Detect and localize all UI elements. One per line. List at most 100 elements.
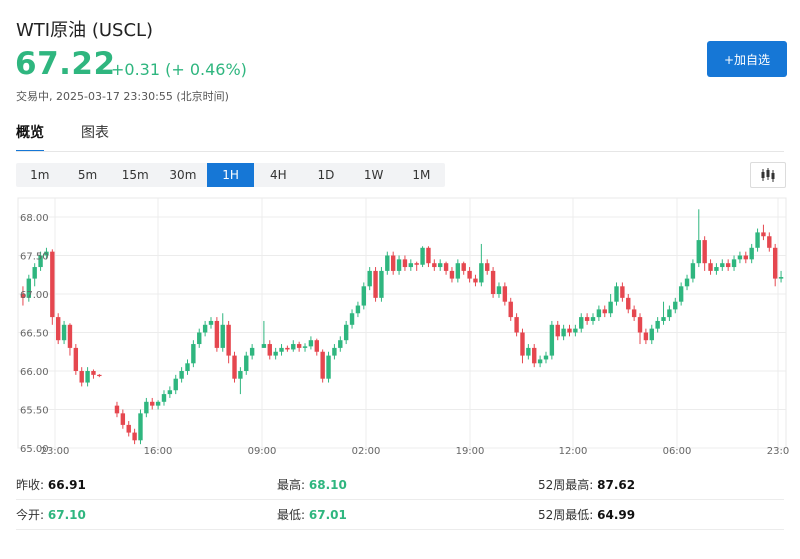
candle <box>179 367 184 383</box>
interval-4h[interactable]: 4H <box>254 163 302 187</box>
candle <box>496 282 502 298</box>
interval-5m[interactable]: 5m <box>64 163 112 187</box>
candle <box>56 313 61 345</box>
candle <box>414 261 419 271</box>
interval-30m[interactable]: 30m <box>159 163 207 187</box>
candle <box>326 351 331 383</box>
candle <box>737 251 743 264</box>
candle <box>467 267 472 283</box>
candle <box>267 340 272 360</box>
interval-1w[interactable]: 1W <box>350 163 398 187</box>
candle <box>714 263 719 275</box>
candle <box>749 243 754 264</box>
interval-1mo[interactable]: 1M <box>398 163 446 187</box>
candle <box>461 261 466 275</box>
candle <box>302 343 308 352</box>
candle <box>355 301 361 318</box>
tab-chart[interactable]: 图表 <box>81 122 109 152</box>
candle <box>490 267 496 298</box>
candle <box>449 267 455 283</box>
y-tick-label: 67.00 <box>20 290 49 301</box>
candle <box>161 390 167 406</box>
prev-close-stat: 昨收: 66.91 <box>16 478 86 492</box>
candle <box>543 351 549 364</box>
stats-panel: 昨收: 66.91 最高: 68.10 52周最高: 87.62 今开: 67.… <box>16 470 784 530</box>
candle <box>661 301 666 325</box>
candle <box>637 313 643 345</box>
candle <box>132 428 137 445</box>
candle <box>291 340 296 352</box>
candle <box>684 274 690 291</box>
candle <box>455 259 461 283</box>
instrument-title: WTI原油 (USCL) <box>16 20 154 41</box>
candle <box>126 421 131 437</box>
candle <box>379 267 384 302</box>
interval-1d[interactable]: 1D <box>302 163 350 187</box>
candle <box>97 374 102 378</box>
candle <box>314 338 319 356</box>
candle <box>426 246 431 268</box>
candle <box>332 344 337 360</box>
week52-high-stat: 52周最高: 87.62 <box>538 478 636 492</box>
candle <box>144 397 149 418</box>
candle <box>373 267 378 302</box>
candle <box>367 267 372 291</box>
candle <box>285 345 290 352</box>
candle <box>73 344 79 375</box>
candle <box>173 374 178 395</box>
candle <box>667 305 672 321</box>
candle <box>167 386 173 398</box>
candle <box>608 294 613 318</box>
candle <box>725 259 731 271</box>
y-tick-label: 66.00 <box>20 367 49 378</box>
candle <box>520 328 525 364</box>
candle <box>485 259 490 275</box>
candle <box>343 320 349 345</box>
x-tick-label: 12:00 <box>559 446 588 457</box>
tab-bar: 概览 图表 <box>16 122 146 152</box>
candle <box>67 323 73 356</box>
candle <box>526 344 531 360</box>
candle <box>120 409 126 429</box>
tab-overview[interactable]: 概览 <box>16 122 44 152</box>
candle <box>502 282 508 306</box>
week52-low-stat: 52周最低: 64.99 <box>538 508 636 522</box>
x-tick-label: 09:00 <box>248 446 277 457</box>
candle <box>579 313 584 333</box>
candle <box>279 344 284 356</box>
open-stat: 今开: 67.10 <box>16 508 86 522</box>
add-watchlist-button[interactable]: +加自选 <box>707 41 787 77</box>
candle <box>708 259 713 275</box>
chart-type-button[interactable] <box>750 162 786 188</box>
candle <box>537 355 543 368</box>
candle <box>602 305 607 318</box>
candle <box>432 259 437 271</box>
candle <box>220 313 225 352</box>
x-tick-label: 23:0 <box>767 446 789 457</box>
plot-frame <box>17 197 787 449</box>
interval-15m[interactable]: 15m <box>111 163 159 187</box>
candle <box>232 351 237 383</box>
candle <box>443 261 449 275</box>
candle <box>361 282 366 310</box>
candle <box>678 282 684 306</box>
candle <box>308 336 314 350</box>
price-chart[interactable]: 68.0067.5067.0066.5066.0065.5065.0023:00… <box>0 196 800 466</box>
interval-1m[interactable]: 1m <box>16 163 64 187</box>
candle <box>743 251 748 264</box>
candle <box>561 324 566 341</box>
candle <box>473 274 478 287</box>
candle <box>626 294 631 314</box>
candle <box>214 317 220 352</box>
candle <box>226 320 231 364</box>
last-price: 67.22 <box>15 46 116 82</box>
candle <box>731 255 737 271</box>
x-tick-label: 19:00 <box>456 446 485 457</box>
candle <box>631 305 637 321</box>
candle <box>438 259 443 271</box>
candle <box>620 282 625 302</box>
candle <box>191 340 196 368</box>
candle <box>408 259 414 271</box>
interval-1h[interactable]: 1H <box>206 163 255 187</box>
low-stat: 最低: 67.01 <box>277 508 347 522</box>
